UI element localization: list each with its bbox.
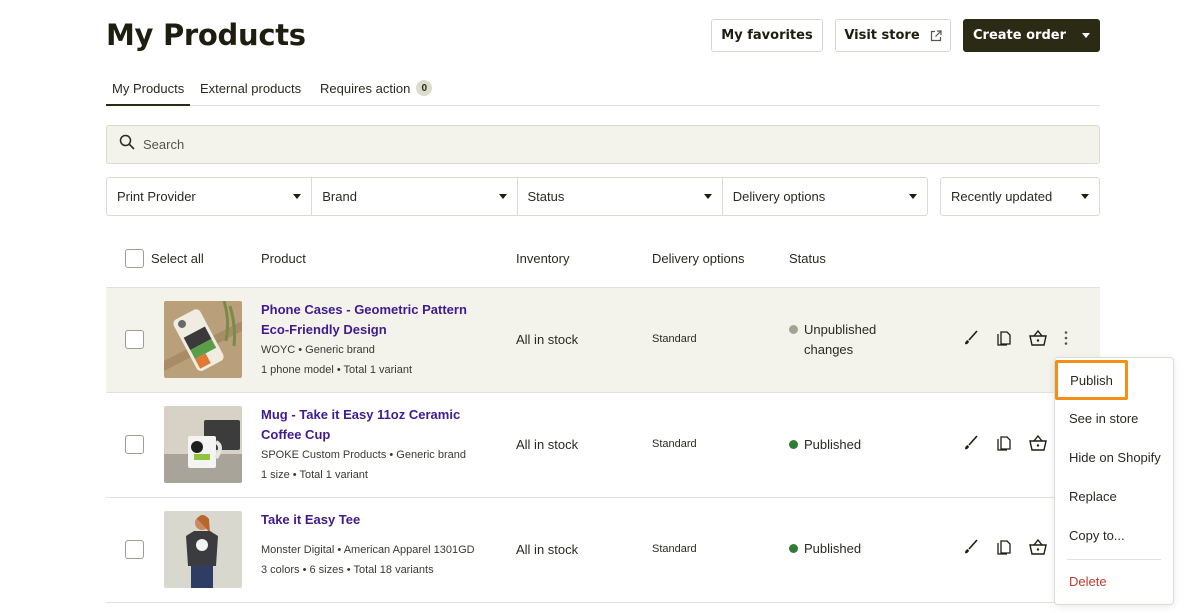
menu-item-delete[interactable]: Delete	[1069, 574, 1107, 589]
caret-down-icon	[1081, 33, 1090, 38]
delivery-value: Standard	[652, 543, 697, 555]
row-checkbox[interactable]	[125, 435, 144, 454]
menu-item-copy-to[interactable]: Copy to...	[1069, 528, 1125, 543]
product-variants: 3 colors • 6 sizes • Total 18 variants	[261, 564, 434, 576]
table-row[interactable]: Take it Easy Tee Monster Digital • Ameri…	[106, 498, 1100, 603]
menu-item-publish[interactable]: Publish	[1055, 360, 1128, 400]
menu-item-hide-on-shopify[interactable]: Hide on Shopify	[1069, 450, 1161, 465]
my-favorites-button[interactable]: My favorites	[711, 19, 823, 52]
status-label: Unpublished changes	[804, 322, 877, 357]
edit-brush-icon[interactable]	[962, 329, 980, 352]
filter-label: Print Provider	[117, 189, 196, 204]
page-title: My Products	[106, 18, 306, 52]
table-row[interactable]: Phone Cases - Geometric Pattern Eco-Frie…	[106, 288, 1100, 393]
product-title-link[interactable]: Mug - Take it Easy 11oz Ceramic Coffee C…	[261, 405, 491, 445]
row-actions	[962, 329, 1069, 352]
select-all-checkbox[interactable]	[125, 249, 144, 268]
caret-down-icon	[909, 194, 917, 199]
product-thumbnail-tee[interactable]	[164, 511, 242, 588]
filter-bar: Print Provider Brand Status Delivery opt…	[106, 177, 928, 216]
menu-item-replace[interactable]: Replace	[1069, 489, 1117, 504]
column-header-product: Product	[261, 251, 306, 266]
duplicate-icon[interactable]	[995, 434, 1013, 457]
menu-item-see-in-store[interactable]: See in store	[1069, 411, 1138, 426]
requires-action-count-badge: 0	[416, 80, 433, 96]
filter-status[interactable]: Status	[518, 178, 723, 215]
product-provider: Monster Digital • American Apparel 1301G…	[261, 544, 475, 556]
status-badge: Unpublished changes	[789, 320, 899, 360]
visit-store-button[interactable]: Visit store	[835, 19, 951, 52]
column-header-status: Status	[789, 251, 826, 266]
product-title-link[interactable]: Take it Easy Tee	[261, 510, 491, 530]
my-favorites-label: My favorites	[721, 28, 813, 43]
filter-label: Brand	[322, 189, 357, 204]
status-dot	[789, 440, 798, 449]
create-order-label: Create order	[973, 28, 1066, 43]
product-provider: WOYC • Generic brand	[261, 344, 375, 356]
inventory-value: All in stock	[516, 332, 579, 347]
menu-divider	[1067, 559, 1161, 560]
product-provider: SPOKE Custom Products • Generic brand	[261, 449, 466, 461]
basket-icon[interactable]	[1028, 538, 1048, 561]
status-dot	[789, 325, 798, 334]
caret-down-icon	[498, 194, 507, 199]
table-row[interactable]: Mug - Take it Easy 11oz Ceramic Coffee C…	[106, 393, 1100, 498]
sort-select[interactable]: Recently updated	[940, 177, 1100, 216]
create-order-button[interactable]: Create order	[963, 19, 1100, 52]
product-variants: 1 phone model • Total 1 variant	[261, 364, 413, 376]
column-header-delivery: Delivery options	[652, 251, 745, 266]
filter-print-provider[interactable]: Print Provider	[107, 178, 313, 215]
row-context-menu: Publish See in store Hide on Shopify Rep…	[1054, 357, 1174, 605]
tab-my-products[interactable]: My Products	[106, 81, 191, 106]
caret-down-icon	[703, 194, 712, 199]
filter-label: Status	[527, 189, 565, 204]
table-header: Select all Product Inventory Delivery op…	[106, 240, 1100, 288]
product-thumbnail-mug[interactable]	[164, 406, 242, 483]
sort-label: Recently updated	[951, 189, 1053, 204]
edit-brush-icon[interactable]	[962, 434, 980, 457]
row-actions	[962, 538, 1048, 561]
duplicate-icon[interactable]	[995, 329, 1013, 352]
caret-down-icon	[293, 194, 302, 199]
inventory-value: All in stock	[516, 437, 579, 452]
product-title-link[interactable]: Phone Cases - Geometric Pattern Eco-Frie…	[261, 300, 491, 340]
tab-requires-action[interactable]: Requires action 0	[320, 80, 433, 106]
filter-delivery-options[interactable]: Delivery options	[723, 178, 927, 215]
row-checkbox[interactable]	[125, 330, 144, 349]
more-options-icon[interactable]	[1063, 330, 1069, 351]
duplicate-icon[interactable]	[995, 538, 1013, 561]
filter-brand[interactable]: Brand	[312, 178, 518, 215]
row-checkbox[interactable]	[125, 540, 144, 559]
search-placeholder: Search	[143, 137, 185, 152]
status-badge: Published	[789, 435, 861, 455]
tab-label: Requires action	[320, 81, 411, 96]
basket-icon[interactable]	[1028, 329, 1048, 352]
tab-bar: My Products External products Requires a…	[106, 78, 1100, 106]
external-link-icon	[930, 29, 942, 42]
filter-label: Delivery options	[732, 189, 826, 204]
row-actions	[962, 434, 1048, 457]
product-variants: 1 size • Total 1 variant	[261, 469, 368, 481]
status-label: Published	[804, 437, 862, 452]
status-label: Published	[804, 541, 862, 556]
delivery-value: Standard	[652, 333, 697, 345]
tab-label: External products	[200, 81, 302, 96]
product-thumbnail-phone-case[interactable]	[164, 301, 242, 378]
visit-store-label: Visit store	[844, 28, 920, 43]
status-dot	[789, 544, 798, 553]
tab-external-products[interactable]: External products	[200, 81, 301, 106]
search-input[interactable]: Search	[106, 125, 1100, 164]
inventory-value: All in stock	[516, 542, 579, 557]
delivery-value: Standard	[652, 438, 697, 450]
status-badge: Published	[789, 539, 861, 559]
select-all-label: Select all	[151, 251, 204, 266]
tab-label: My Products	[112, 81, 185, 96]
edit-brush-icon[interactable]	[962, 538, 980, 561]
caret-down-icon	[1081, 194, 1089, 199]
column-header-inventory: Inventory	[516, 251, 570, 266]
basket-icon[interactable]	[1028, 434, 1048, 457]
search-icon	[119, 134, 135, 155]
